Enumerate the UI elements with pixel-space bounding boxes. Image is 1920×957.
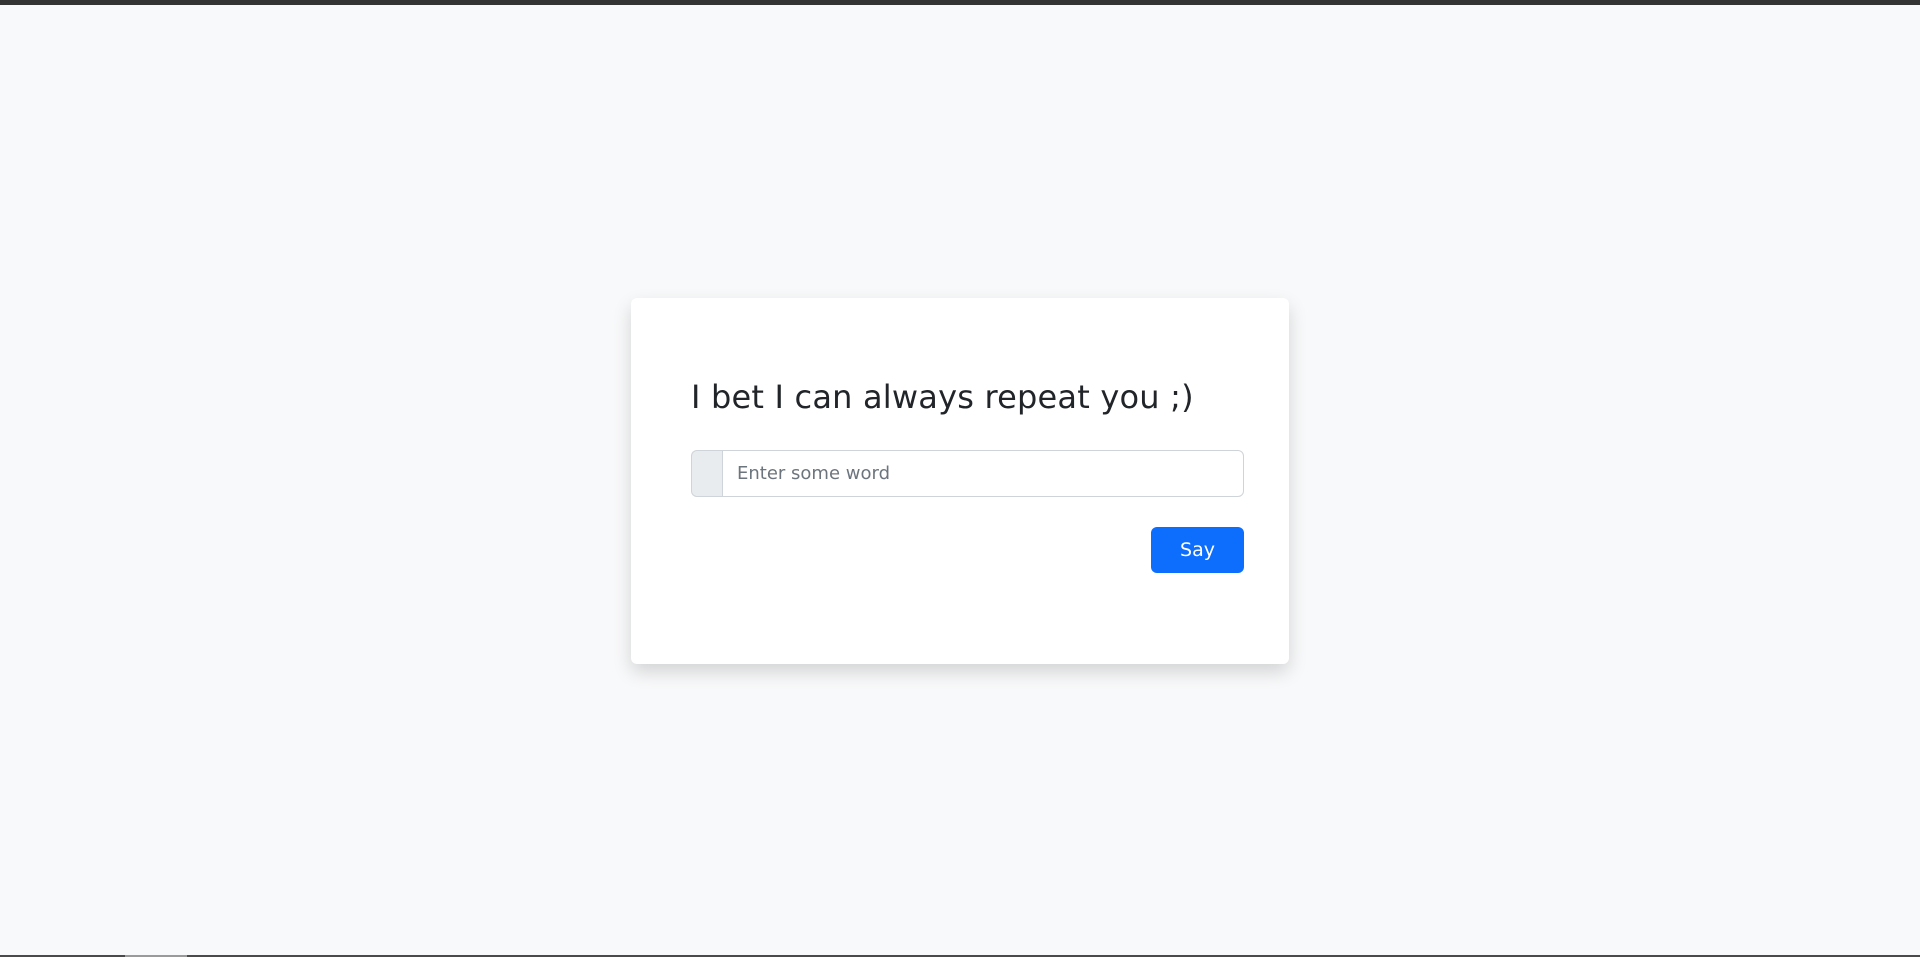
input-prefix-addon xyxy=(691,450,722,497)
word-input-group xyxy=(691,450,1244,497)
say-button[interactable]: Say xyxy=(1151,527,1244,573)
repeat-card: I bet I can always repeat you ;) Say xyxy=(631,298,1289,664)
page-title: I bet I can always repeat you ;) xyxy=(691,378,1194,416)
word-input[interactable] xyxy=(722,450,1244,497)
window-top-bar xyxy=(0,0,1920,5)
